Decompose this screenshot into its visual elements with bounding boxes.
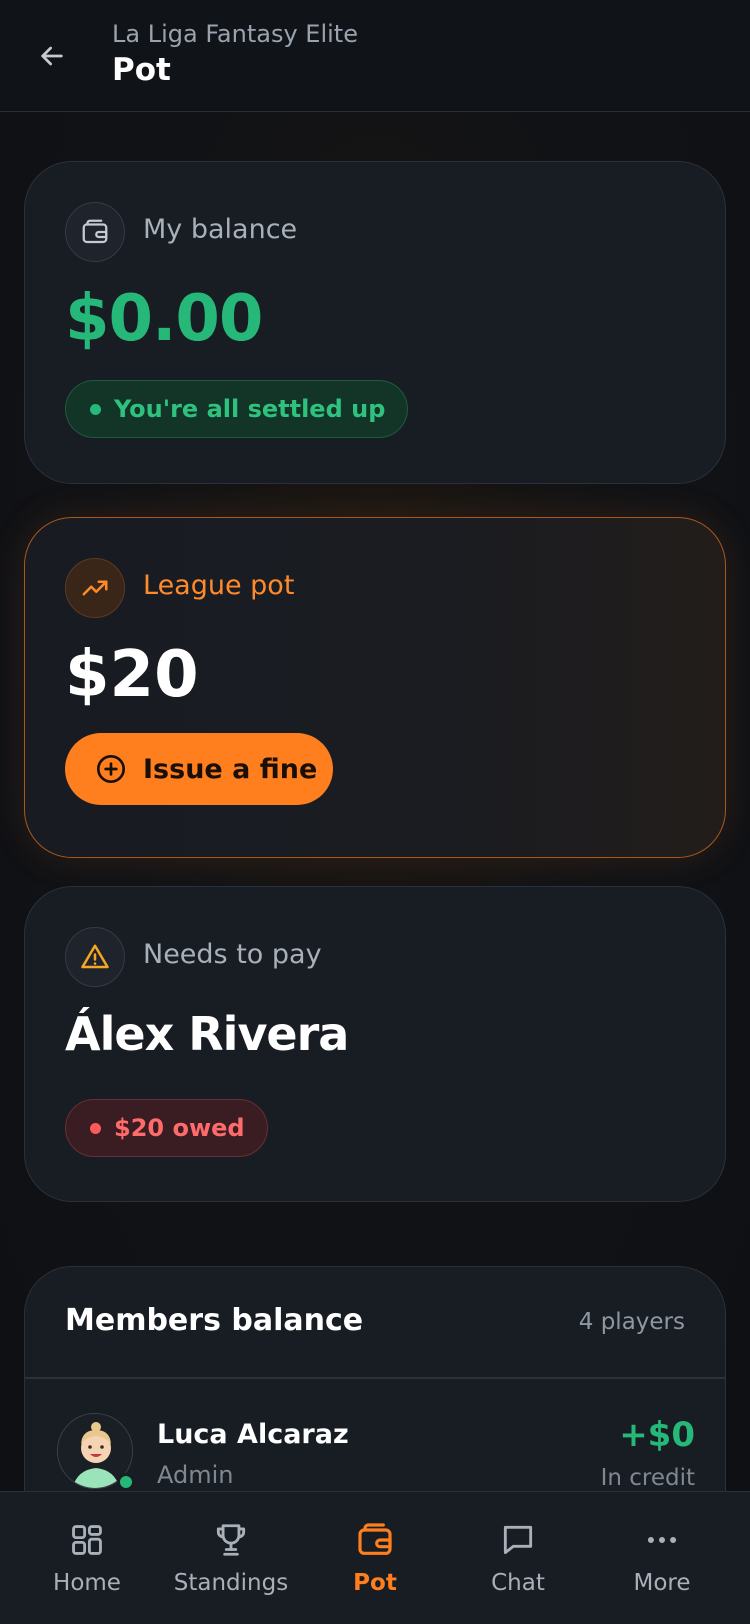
nav-item-more[interactable]: More [587, 1492, 737, 1624]
members-balance-title: Members balance [65, 1303, 364, 1338]
plus-circle-icon [95, 753, 127, 785]
nav-label-more: More [633, 1570, 691, 1596]
nav-item-home[interactable]: Home [12, 1492, 162, 1624]
league-name: La Liga Fantasy Elite [112, 20, 358, 48]
league-pot-label: League pot [143, 570, 295, 601]
member-row[interactable]: Luca Alcaraz Admin +$0 In credit [25, 1377, 725, 1491]
wallet-icon-badge [65, 202, 125, 262]
top-app-bar: La Liga Fantasy Elite Pot [0, 0, 750, 112]
page-title: Pot [112, 52, 171, 88]
nav-item-chat[interactable]: Chat [443, 1492, 593, 1624]
trending-up-icon [82, 580, 108, 596]
wallet-icon [82, 219, 108, 244]
nav-label-home: Home [53, 1570, 121, 1596]
nav-label-chat: Chat [491, 1570, 545, 1596]
settled-status-badge: You're all settled up [65, 380, 409, 438]
members-count: 4 players [578, 1309, 685, 1335]
online-indicator [117, 1473, 135, 1491]
status-dot [90, 404, 101, 415]
warning-icon-badge [65, 927, 125, 987]
my-balance-label: My balance [143, 214, 298, 245]
pot-amount: $20 [65, 638, 199, 712]
nav-item-standings[interactable]: Standings [156, 1492, 306, 1624]
issue-fine-button[interactable]: Issue a fine [65, 733, 333, 805]
needs-to-pay-label: Needs to pay [143, 939, 322, 970]
content-scroll[interactable]: My balance $0.00 You're all settled up L… [0, 113, 750, 1491]
trophy-icon [211, 1520, 251, 1560]
status-dot [90, 1123, 101, 1134]
nav-item-pot[interactable]: Pot [300, 1492, 450, 1624]
owed-text: $20 owed [114, 1114, 245, 1142]
league-pot-card: League pot $20 Issue a fine [24, 517, 726, 858]
needs-to-pay-card: Needs to pay Álex Rivera $20 owed [24, 886, 726, 1202]
bottom-navigation: Home Standings Pot Chat More [0, 1491, 750, 1624]
debtor-name: Álex Rivera [65, 1007, 349, 1061]
back-button[interactable] [30, 34, 74, 78]
settled-status-text: You're all settled up [114, 395, 386, 423]
arrow-left-icon [41, 46, 63, 66]
more-icon [642, 1520, 682, 1560]
my-balance-card: My balance $0.00 You're all settled up [24, 161, 726, 484]
chat-icon [498, 1520, 538, 1560]
member-role: Admin [157, 1461, 234, 1489]
members-balance-card: Members balance 4 players Luca Alcaraz A… [24, 1266, 726, 1491]
grid-icon [67, 1520, 107, 1560]
member-balance-status: In credit [600, 1465, 695, 1491]
member-name: Luca Alcaraz [157, 1419, 349, 1450]
nav-label-pot: Pot [353, 1570, 397, 1596]
nav-label-standings: Standings [173, 1570, 289, 1596]
trend-icon-badge [65, 558, 125, 618]
warning-icon [81, 944, 109, 969]
issue-fine-label: Issue a fine [143, 753, 318, 785]
member-balance-amount: +$0 [619, 1415, 695, 1455]
wallet-icon [355, 1520, 395, 1560]
owed-badge: $20 owed [65, 1099, 268, 1157]
balance-amount: $0.00 [65, 282, 263, 356]
